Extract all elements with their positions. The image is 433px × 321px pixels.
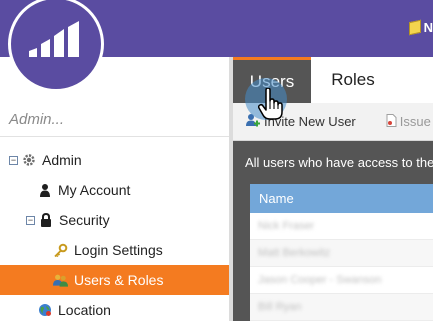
table-row[interactable]: Nick Fraser <box>250 213 433 240</box>
person-icon <box>37 182 52 198</box>
sticky-note-icon <box>408 19 421 35</box>
issue-label: Issue <box>399 114 431 129</box>
tree-item-security[interactable]: − Security <box>0 205 229 235</box>
tree-item-label: Security <box>59 212 110 228</box>
collapse-toggle-icon[interactable]: − <box>9 155 18 165</box>
tree-item-label: Admin <box>42 152 82 168</box>
lock-icon <box>38 212 53 228</box>
collapse-toggle-icon[interactable]: − <box>26 215 35 225</box>
table-row[interactable]: Jason Cooper - Swanson <box>250 267 433 294</box>
sidebar: Admin... − Admin My Account − Security L… <box>0 57 229 321</box>
users-description: All users who have access to the <box>245 155 433 170</box>
user-name-cell: Jason Cooper - Swanson <box>258 274 382 286</box>
table-row[interactable]: Matt Berkowitz <box>250 240 433 267</box>
users-icon <box>53 272 68 288</box>
tree-item-login-settings[interactable]: Login Settings <box>0 235 229 265</box>
table-row[interactable]: Bill Ryan <box>250 294 433 321</box>
tree-item-label: Users & Roles <box>74 272 164 288</box>
issue-button[interactable]: Issue <box>386 113 431 130</box>
tree-item-my-account[interactable]: My Account <box>0 175 229 205</box>
key-icon <box>53 242 68 258</box>
grid-body: Nick Fraser Matt Berkowitz Jason Cooper … <box>250 213 433 321</box>
tree-item-label: My Account <box>58 182 131 198</box>
logo-bars <box>29 21 79 57</box>
hand-pointer-icon <box>257 87 286 125</box>
gear-icon <box>21 152 36 168</box>
tree-item-location[interactable]: Location <box>0 295 229 321</box>
document-icon <box>386 113 397 130</box>
users-grid: Name Nick Fraser Matt Berkowitz Jason Co… <box>250 184 433 321</box>
user-name-cell: Nick Fraser <box>258 220 315 232</box>
admin-search-input[interactable]: Admin... <box>0 103 229 137</box>
tree-item-users-roles[interactable]: Users & Roles <box>0 265 229 295</box>
notifications-link[interactable]: N <box>408 17 433 37</box>
tab-label: Roles <box>331 70 375 89</box>
tab-roles[interactable]: Roles <box>311 57 433 103</box>
tree-item-label: Login Settings <box>74 242 163 258</box>
notifications-label: N <box>423 19 433 35</box>
column-header-name[interactable]: Name <box>250 184 433 213</box>
globe-icon <box>37 302 52 318</box>
marketo-logo-icon[interactable] <box>8 0 104 92</box>
tree-item-admin[interactable]: − Admin <box>0 145 229 175</box>
column-header-label: Name <box>259 191 294 206</box>
user-name-cell: Matt Berkowitz <box>258 247 331 259</box>
tree-item-label: Location <box>58 302 111 318</box>
user-name-cell: Bill Ryan <box>258 301 302 313</box>
